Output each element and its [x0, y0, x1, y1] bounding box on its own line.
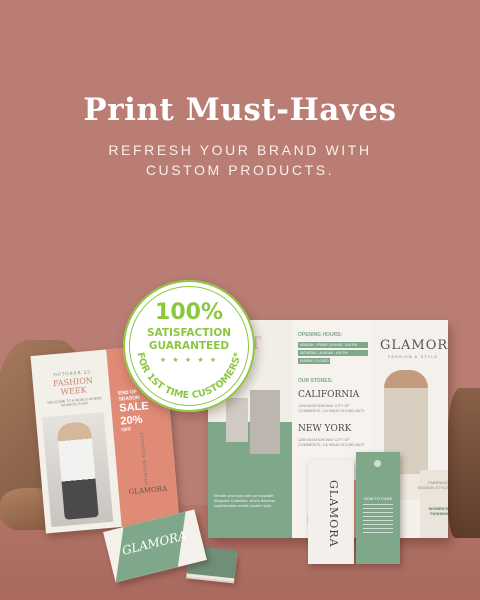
trifold-womens: WOMEN'S FASHION — [428, 506, 448, 516]
brochure-headline: FASHION WEEK — [52, 375, 94, 397]
satisfaction-badge: 100% SATISFACTION GUARANTEED ★ ★ ★ ★ ★ F… — [123, 280, 255, 412]
hang-tag-hole — [374, 460, 381, 467]
hang-tag-logo: GLAMORA — [327, 480, 340, 548]
hero-title: Print Must-Haves — [83, 92, 397, 128]
badge-arc: FOR 1ST TIME CUSTOMERS* — [134, 351, 243, 401]
trifold-side-text: EMBRACE SEASON STYLE — [417, 480, 448, 490]
badge-arc-text: FOR 1ST TIME CUSTOMERS* — [134, 351, 243, 401]
hang-tag-white: GLAMORA — [308, 460, 354, 564]
hang-tag-green: HOW TO CARE — [356, 452, 400, 564]
brochure-header: OCTOBER 23 FASHION WEEK WELCOME TO A WOR… — [40, 368, 107, 409]
rock-right — [448, 388, 480, 538]
trifold-tagline: FASHION & STYLE — [388, 354, 439, 359]
trifold-logo: GLAMORA — [380, 338, 448, 353]
hero-subtitle: REFRESH YOUR BRAND WITH CUSTOM PRODUCTS. — [108, 142, 372, 178]
panel1-text: Elevate your look with our exquisite Ele… — [214, 494, 275, 508]
hang-tag-lines — [363, 504, 393, 534]
brochure-body: WELCOME TO A WORLD WHERE FASHION IS ART — [47, 396, 102, 408]
hang-tag-title: HOW TO CARE — [363, 496, 393, 501]
svg-text:FOR 1ST TIME CUSTOMERS*: FOR 1ST TIME CUSTOMERS* — [134, 351, 243, 401]
